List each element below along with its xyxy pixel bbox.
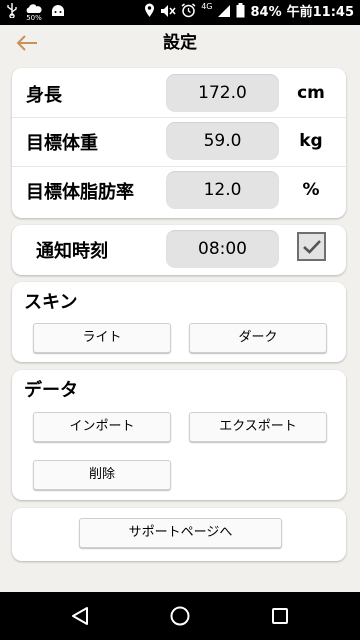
triangle-back-icon [72,607,88,625]
nav-back-button[interactable] [68,604,92,628]
target-body-fat-unit: % [302,180,320,200]
divider [12,166,348,167]
target-weight-input[interactable]: 59.0 [166,122,279,160]
height-input[interactable]: 172.0 [166,74,279,112]
weather-percent: 50% [26,13,42,22]
alarm-icon [181,3,196,22]
target-weight-unit: kg [299,131,323,151]
weather-icon: 50% [25,3,43,22]
battery-percent: 84% [250,5,282,20]
page-title: 設定 [163,33,197,53]
circle-home-icon [170,606,190,626]
target-weight-label: 目標体重 [26,133,98,154]
skin-title: スキン [24,292,78,313]
clock: 午前11:45 [286,5,354,20]
app-header: 設定 [0,25,360,61]
status-bar: 50% 4G 84% 午前11:45 [0,0,360,25]
nav-home-button[interactable] [168,604,192,628]
back-arrow-icon [16,35,37,51]
support-page-button[interactable]: サポートページへ [79,518,282,548]
height-unit: cm [297,83,325,103]
dark-skin-button[interactable]: ダーク [189,323,327,353]
light-skin-button[interactable]: ライト [33,323,171,353]
export-button[interactable]: エクスポート [189,412,327,442]
notification-time-input[interactable]: 08:00 [166,230,279,268]
navigation-bar [0,592,360,640]
mute-icon [160,4,176,22]
android-icon [50,4,66,22]
battery-icon [236,3,245,22]
height-label: 身長 [26,85,62,106]
delete-button[interactable]: 削除 [33,460,171,490]
import-button[interactable]: インポート [33,412,171,442]
target-body-fat-label: 目標体脂肪率 [26,182,134,203]
square-recents-icon [272,608,288,624]
notification-time-label: 通知時刻 [36,241,108,262]
notification-checkbox[interactable] [297,232,326,261]
nav-recents-button[interactable] [268,604,292,628]
checkmark-icon [302,239,321,254]
usb-icon [6,2,18,24]
data-title: データ [24,380,78,401]
network-type: 4G [201,2,213,11]
divider [12,117,348,118]
target-body-fat-input[interactable]: 12.0 [166,171,279,209]
location-icon [144,3,155,22]
back-button[interactable] [12,29,42,57]
signal-icon [217,4,231,22]
